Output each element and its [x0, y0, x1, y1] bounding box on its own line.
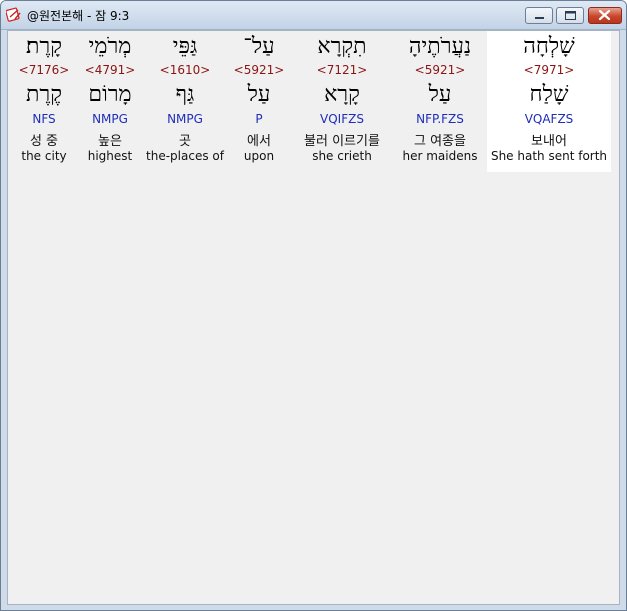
word-column[interactable]: תִקְרָא <7121> קָרָא VQIFZS 불러 이르기를 she …: [290, 31, 394, 172]
hebrew-word: שָׁלְחָה: [523, 34, 575, 59]
word-column[interactable]: גַּפֵּי <1610> גַּף NMPG 곳 the-places of: [142, 31, 228, 172]
hebrew-word: גַּפֵּי: [172, 34, 198, 59]
hebrew-lemma: קֶרֶת: [26, 82, 62, 107]
morphology-code: VQIFZS: [320, 112, 364, 126]
hebrew-word: מְרֹמֵי: [88, 34, 132, 59]
word-column[interactable]: שָׁלְחָה <7971> שָׁלַח VQAFZS 보내어 She ha…: [487, 31, 611, 172]
morphology-code: NFP.FZS: [416, 112, 464, 126]
hebrew-lemma: שָׁלַח: [529, 82, 569, 107]
strong-number[interactable]: <7176>: [14, 63, 74, 77]
strong-number[interactable]: <1610>: [142, 63, 228, 77]
morphology-code: NMPG: [167, 112, 203, 126]
minimize-button[interactable]: [525, 7, 553, 24]
maximize-icon: [565, 11, 576, 20]
hebrew-word: נַעֲרֹתֶיהָ: [408, 34, 472, 59]
english-gloss: the city: [21, 149, 67, 163]
korean-gloss: 불러 이르기를: [304, 134, 380, 149]
hebrew-lemma: גַּף: [175, 82, 195, 107]
hebrew-word: קָרֶת׃: [26, 34, 62, 59]
strong-number[interactable]: <4791>: [80, 63, 140, 77]
word-column[interactable]: עַל־ <5921> עַל P 에서 upon: [230, 31, 288, 172]
english-gloss: her maidens: [402, 149, 478, 163]
word-column[interactable]: נַעֲרֹתֶיהָ <5921> עַל NFP.FZS 그 여종을 her…: [396, 31, 484, 172]
korean-gloss: 높은: [98, 134, 122, 149]
english-gloss: she crieth: [312, 149, 372, 163]
strong-number[interactable]: <7971>: [487, 63, 611, 77]
maximize-button[interactable]: [556, 7, 584, 24]
english-gloss: highest: [87, 149, 133, 163]
morphology-code: NMPG: [92, 112, 128, 126]
close-button[interactable]: [588, 7, 622, 24]
korean-gloss: 성 중: [29, 134, 59, 149]
title-bar[interactable]: @원전본해 - 잠 9:3: [1, 1, 626, 30]
morphology-code: VQAFZS: [524, 112, 574, 126]
hebrew-lemma: מָרוֹם: [88, 82, 132, 107]
word-column[interactable]: קָרֶת׃ <7176> קֶרֶת NFS 성 중 the city: [14, 31, 74, 172]
window-title: @원전본해 - 잠 9:3: [27, 9, 130, 23]
hebrew-word: עַל־: [243, 34, 275, 59]
strong-number[interactable]: <5921>: [396, 63, 484, 77]
english-gloss: upon: [243, 149, 275, 163]
close-icon: [598, 9, 611, 21]
korean-gloss: 에서: [247, 134, 271, 149]
app-window: @원전본해 - 잠 9:3 שָׁלְחָה <7971> שָׁלַח VQA…: [0, 0, 627, 611]
korean-gloss: 그 여종을: [414, 134, 466, 149]
korean-gloss: 곳: [179, 134, 191, 149]
morphology-code: P: [255, 112, 263, 126]
word-column[interactable]: מְרֹמֵי <4791> מָרוֹם NMPG 높은 highest: [80, 31, 140, 172]
strong-number[interactable]: <7121>: [290, 63, 394, 77]
english-gloss: the-places of: [146, 149, 224, 163]
interlinear-view[interactable]: שָׁלְחָה <7971> שָׁלַח VQAFZS 보내어 She ha…: [7, 30, 620, 605]
hebrew-lemma: עַל: [247, 82, 271, 107]
english-gloss: She hath sent forth: [490, 149, 608, 163]
hebrew-word: תִקְרָא: [317, 34, 367, 59]
morphology-code: NFS: [32, 112, 56, 126]
minimize-icon: [535, 17, 544, 19]
korean-gloss: 보내어: [531, 134, 567, 149]
app-logo-icon: [6, 7, 21, 22]
hebrew-lemma: עַל: [428, 82, 452, 107]
strong-number[interactable]: <5921>: [230, 63, 288, 77]
hebrew-lemma: קָרָא: [324, 82, 360, 107]
